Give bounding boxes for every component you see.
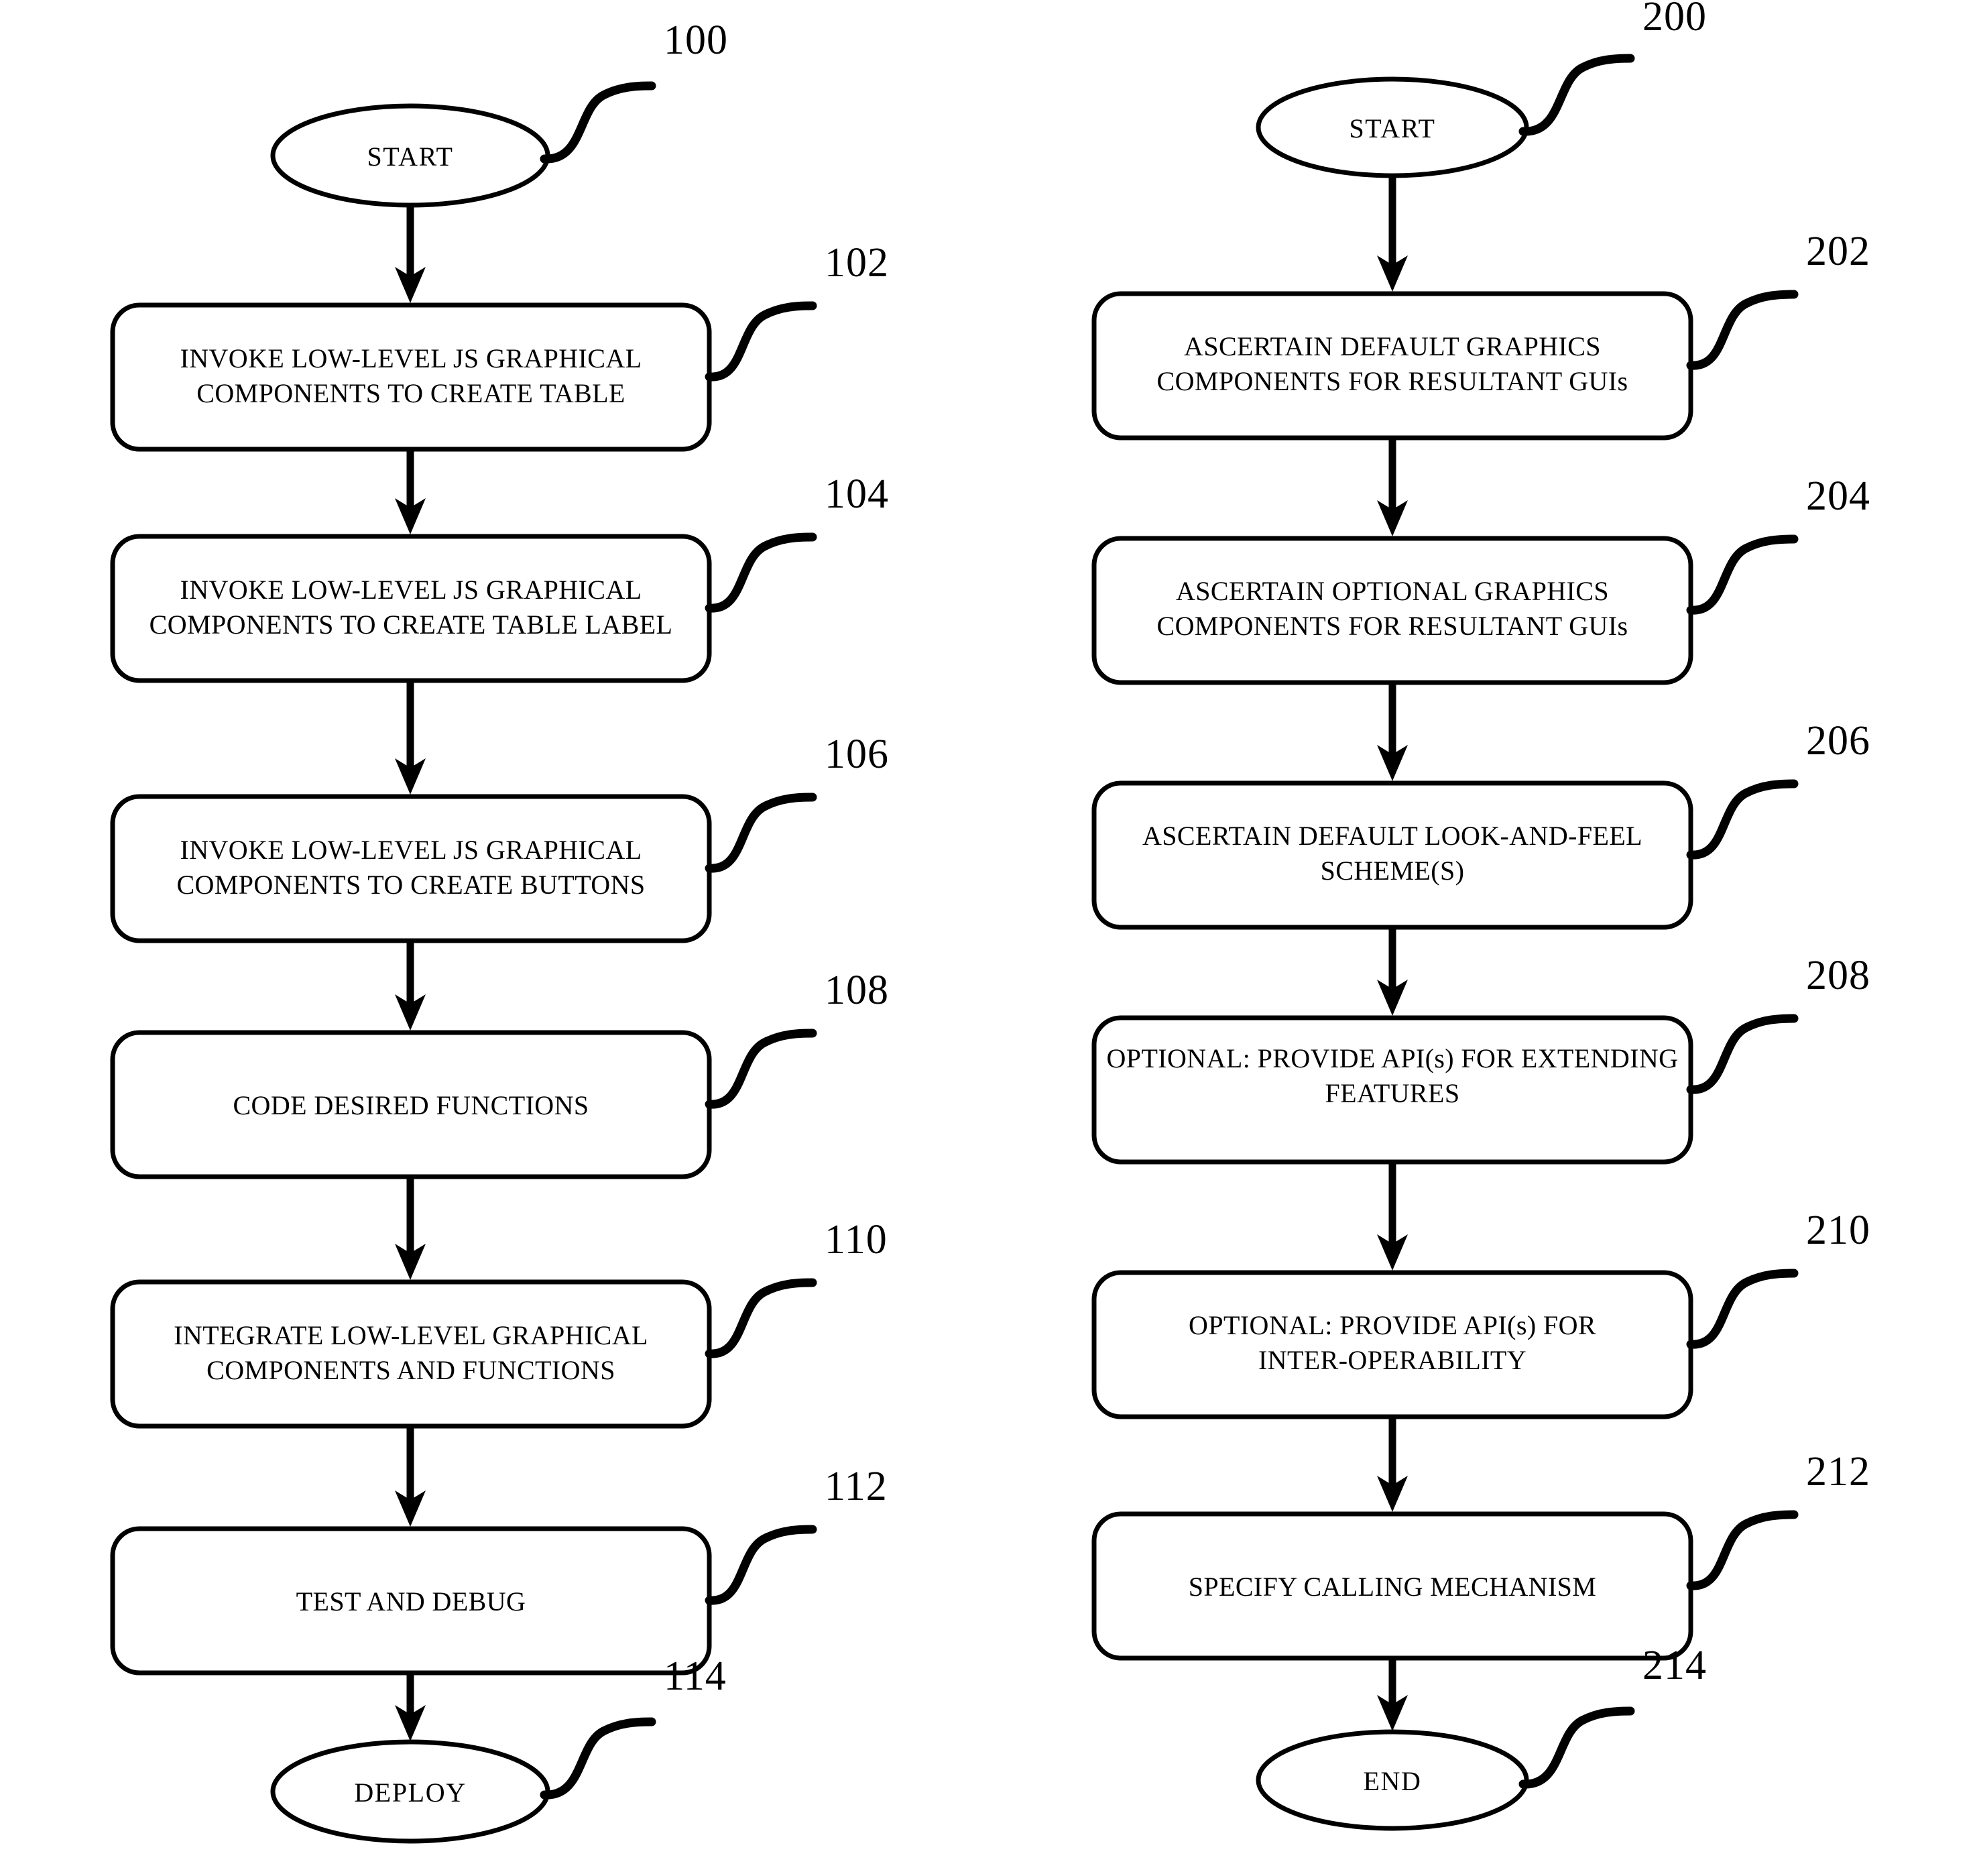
terminator-label: END (1363, 1766, 1421, 1796)
process-box-line-1: INVOKE LOW-LEVEL JS GRAPHICAL (180, 835, 642, 865)
process-box-106[interactable]: INVOKE LOW-LEVEL JS GRAPHICAL COMPONENTS… (110, 794, 712, 943)
ref-numeral-214: 214 (1642, 1643, 1707, 1688)
ref-numeral-110: 110 (825, 1217, 888, 1263)
leader-line-202 (1686, 290, 1799, 370)
process-box-210[interactable]: OPTIONAL: PROVIDE API(s) FOR INTER-OPERA… (1091, 1270, 1693, 1419)
connector-210-212 (1377, 1417, 1408, 1512)
ref-numeral-114: 114 (664, 1653, 727, 1699)
leader-line-208 (1686, 1014, 1799, 1094)
connector-204-206 (1377, 683, 1408, 781)
ref-numeral-108: 108 (825, 968, 889, 1013)
process-box-line-1: OPTIONAL: PROVIDE API(s) FOR EXTENDING (1107, 1043, 1679, 1073)
leader-line-206 (1686, 779, 1799, 860)
ref-numeral-210: 210 (1806, 1208, 1870, 1253)
connector-100-102 (395, 205, 426, 303)
process-box-line-1: INVOKE LOW-LEVEL JS GRAPHICAL (180, 575, 642, 605)
terminator-deploy-114[interactable]: DEPLOY (270, 1739, 550, 1844)
process-box-line-1: ASCERTAIN DEFAULT LOOK-AND-FEEL (1142, 821, 1642, 851)
connector-106-108 (395, 941, 426, 1031)
ref-numeral-208: 208 (1806, 953, 1870, 998)
ref-numeral-106: 106 (825, 731, 889, 777)
leader-line-104 (705, 532, 817, 613)
ref-numeral-104: 104 (825, 471, 889, 517)
ref-numeral-100: 100 (664, 17, 728, 63)
process-box-line-2: SCHEME(S) (1321, 856, 1465, 886)
process-box-202[interactable]: ASCERTAIN DEFAULT GRAPHICS COMPONENTS FO… (1091, 291, 1693, 441)
process-box-108[interactable]: CODE DESIRED FUNCTIONS (110, 1030, 712, 1179)
process-box-rect (110, 534, 712, 683)
connector-200-202 (1377, 176, 1408, 292)
leader-line-112 (705, 1525, 817, 1605)
process-box-line-2: INTER-OPERABILITY (1258, 1345, 1526, 1375)
process-box-104[interactable]: INVOKE LOW-LEVEL JS GRAPHICAL COMPONENTS… (110, 534, 712, 683)
leader-line-110 (705, 1278, 817, 1358)
leader-line-106 (705, 793, 817, 873)
leader-line-214 (1518, 1706, 1635, 1789)
leader-line-204 (1686, 534, 1799, 615)
process-box-212[interactable]: SPECIFY CALLING MECHANISM (1091, 1511, 1693, 1661)
connector-104-106 (395, 681, 426, 795)
terminator-label: DEPLOY (354, 1777, 466, 1808)
connector-102-104 (395, 449, 426, 534)
connector-108-110 (395, 1177, 426, 1280)
connector-112-114 (395, 1673, 426, 1741)
ref-numeral-202: 202 (1806, 229, 1870, 274)
right-flow: START 200 ASCERTAIN DEFAULT GRAPHICS COM… (1091, 0, 1870, 1831)
patent-flowchart-figure: START 100 INVOKE LOW-LEVEL JS GRAPHICAL … (0, 0, 1977, 1876)
terminator-end-214[interactable]: END (1256, 1729, 1529, 1831)
ref-numeral-204: 204 (1806, 473, 1870, 519)
process-box-112[interactable]: TEST AND DEBUG (110, 1526, 712, 1676)
flowchart-canvas: START 100 INVOKE LOW-LEVEL JS GRAPHICAL … (110, 0, 1870, 1844)
ref-numeral-102: 102 (825, 240, 889, 286)
process-box-line-2: COMPONENTS TO CREATE TABLE (196, 378, 625, 408)
process-box-line-1: INVOKE LOW-LEVEL JS GRAPHICAL (180, 343, 642, 373)
leader-line-200 (1518, 54, 1635, 136)
connector-110-112 (395, 1426, 426, 1527)
leader-line-210 (1686, 1269, 1799, 1349)
ref-numeral-212: 212 (1806, 1449, 1870, 1494)
ref-numeral-200: 200 (1642, 0, 1707, 40)
process-box-line-2: COMPONENTS TO CREATE BUTTONS (176, 870, 645, 900)
process-box-line-1: TEST AND DEBUG (296, 1586, 526, 1617)
left-flow: START 100 INVOKE LOW-LEVEL JS GRAPHICAL … (110, 17, 889, 1844)
process-box-line-1: SPECIFY CALLING MECHANISM (1189, 1572, 1597, 1602)
leader-line-100 (540, 81, 656, 164)
process-box-rect (110, 1279, 712, 1429)
process-box-rect (110, 794, 712, 943)
process-box-line-1: CODE DESIRED FUNCTIONS (233, 1090, 589, 1120)
terminator-label: START (1349, 113, 1435, 143)
leader-line-212 (1686, 1510, 1799, 1590)
process-box-line-1: OPTIONAL: PROVIDE API(s) FOR (1189, 1310, 1596, 1340)
process-box-rect (110, 302, 712, 452)
process-box-206[interactable]: ASCERTAIN DEFAULT LOOK-AND-FEEL SCHEME(S… (1091, 780, 1693, 930)
connector-212-214 (1377, 1658, 1408, 1731)
leader-line-102 (705, 301, 817, 382)
terminator-start-200[interactable]: START (1256, 76, 1529, 178)
terminator-start-100[interactable]: START (270, 103, 550, 208)
process-box-102[interactable]: INVOKE LOW-LEVEL JS GRAPHICAL COMPONENTS… (110, 302, 712, 452)
connector-206-208 (1377, 927, 1408, 1016)
process-box-line-2: FEATURES (1325, 1078, 1459, 1108)
process-box-line-1: ASCERTAIN DEFAULT GRAPHICS (1184, 331, 1601, 361)
connector-208-210 (1377, 1162, 1408, 1271)
process-box-204[interactable]: ASCERTAIN OPTIONAL GRAPHICS COMPONENTS F… (1091, 536, 1693, 685)
process-box-line-2: COMPONENTS AND FUNCTIONS (206, 1355, 615, 1385)
connector-202-204 (1377, 438, 1408, 536)
leader-line-114 (540, 1717, 656, 1800)
process-box-line-2: COMPONENTS FOR RESULTANT GUIs (1157, 366, 1628, 396)
process-box-line-2: COMPONENTS FOR RESULTANT GUIs (1157, 611, 1628, 641)
process-box-line-2: COMPONENTS TO CREATE TABLE LABEL (149, 609, 673, 640)
process-box-110[interactable]: INTEGRATE LOW-LEVEL GRAPHICAL COMPONENTS… (110, 1279, 712, 1429)
ref-numeral-206: 206 (1806, 718, 1870, 764)
process-box-208[interactable]: OPTIONAL: PROVIDE API(s) FOR EXTENDING F… (1091, 1015, 1693, 1165)
process-box-line-1: ASCERTAIN OPTIONAL GRAPHICS (1176, 576, 1609, 606)
leader-line-108 (705, 1029, 817, 1109)
process-box-line-1: INTEGRATE LOW-LEVEL GRAPHICAL (174, 1320, 648, 1350)
ref-numeral-112: 112 (825, 1464, 888, 1509)
terminator-label: START (367, 141, 453, 172)
